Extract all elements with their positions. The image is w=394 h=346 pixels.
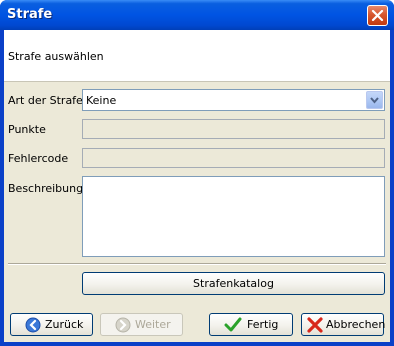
- arrow-left-circle-icon: [25, 317, 41, 333]
- fehlercode-label: Fehlercode: [8, 152, 69, 165]
- header-panel: Strafe auswählen: [4, 30, 390, 82]
- strafenkatalog-label: Strafenkatalog: [193, 277, 274, 290]
- punkte-label: Punkte: [8, 123, 46, 136]
- cancel-label: Abbrechen: [326, 318, 386, 331]
- close-button[interactable]: [367, 5, 388, 26]
- art-label: Art der Strafe: [8, 94, 83, 107]
- next-button[interactable]: Weiter: [100, 313, 183, 336]
- back-label: Zurück: [45, 318, 84, 331]
- art-select-value: Keine: [86, 94, 117, 107]
- dialog-body: Strafe auswählen Art der Strafe Keine Pu…: [4, 30, 390, 342]
- header-text: Strafe auswählen: [8, 50, 104, 63]
- fehlercode-field[interactable]: [82, 148, 385, 168]
- separator: [8, 263, 386, 265]
- cancel-button[interactable]: Abbrechen: [301, 313, 386, 336]
- chevron-down-icon: [370, 97, 379, 104]
- close-icon: [371, 9, 384, 22]
- dialog-window: Strafe Strafe auswählen Art der Strafe K…: [0, 0, 394, 346]
- art-select[interactable]: Keine: [82, 89, 385, 111]
- back-button[interactable]: Zurück: [10, 313, 93, 336]
- dropdown-button[interactable]: [366, 91, 383, 109]
- checkmark-icon: [224, 317, 242, 332]
- arrow-right-circle-icon: [115, 317, 131, 333]
- red-x-icon: [307, 317, 323, 333]
- next-label: Weiter: [135, 318, 171, 331]
- finish-label: Fertig: [247, 318, 279, 331]
- finish-button[interactable]: Fertig: [209, 313, 293, 336]
- punkte-field[interactable]: [82, 119, 385, 139]
- strafenkatalog-button[interactable]: Strafenkatalog: [82, 272, 385, 295]
- beschreibung-label: Beschreibung: [8, 182, 84, 195]
- window-title: Strafe: [7, 7, 53, 22]
- beschreibung-textarea[interactable]: [82, 176, 385, 257]
- title-bar[interactable]: Strafe: [0, 0, 394, 30]
